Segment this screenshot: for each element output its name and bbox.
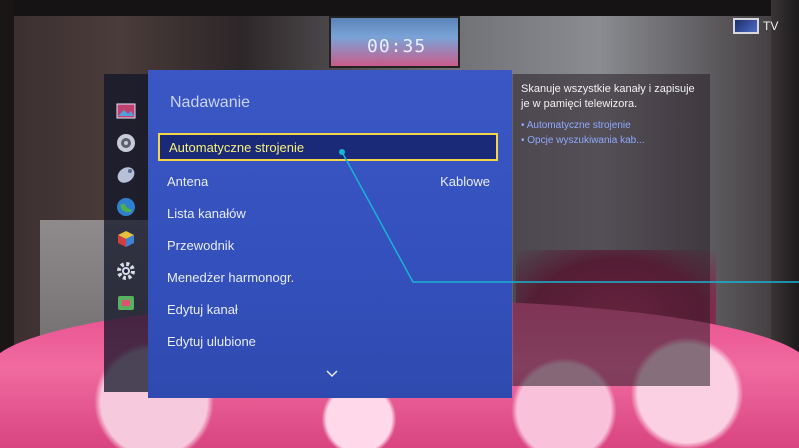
menu-item-edit-favorites[interactable]: Edytuj ulubione: [158, 325, 498, 357]
sound-icon[interactable]: [115, 132, 137, 154]
smart-features-cube-icon[interactable]: [115, 228, 137, 250]
network-globe-icon[interactable]: [115, 196, 137, 218]
menu-item-auto-tuning[interactable]: Automatyczne strojenie: [158, 133, 498, 161]
menu-item-label: Automatyczne strojenie: [169, 139, 305, 155]
chevron-down-icon[interactable]: [326, 368, 338, 380]
menu-item-label: Antena: [167, 173, 209, 189]
menu-item-channel-list[interactable]: Lista kanałów: [158, 197, 498, 229]
broadcast-menu-panel: Nadawanie Automatyczne strojenie Antena …: [148, 70, 512, 398]
menu-item-value: Kablowe: [440, 173, 490, 189]
help-links: Automatyczne strojenie Opcje wyszukiwani…: [521, 118, 702, 148]
menu-item-label: Edytuj ulubione: [167, 333, 256, 349]
support-icon[interactable]: [115, 292, 137, 314]
menu-item-label: Edytuj kanał: [167, 301, 238, 317]
picture-icon[interactable]: [115, 100, 137, 122]
menu-item-edit-channel[interactable]: Edytuj kanał: [158, 293, 498, 325]
menu-item-label: Przewodnik: [167, 237, 235, 253]
help-link-auto-tuning[interactable]: Automatyczne strojenie: [521, 118, 702, 133]
background-monitor: 00:35: [329, 16, 460, 68]
menu-item-label: Menedżer harmonogr.: [167, 269, 295, 285]
system-gear-icon[interactable]: [115, 260, 137, 282]
help-panel: Skanuje wszystkie kanały i zapisuje je w…: [512, 74, 710, 386]
help-description: Skanuje wszystkie kanały i zapisuje je w…: [521, 83, 695, 110]
menu-item-schedule-manager[interactable]: Menedżer harmonogr.: [158, 261, 498, 293]
tv-source-label: TV: [763, 19, 779, 33]
monitor-clock: 00:35: [367, 36, 427, 57]
tv-icon: [733, 18, 759, 34]
menu-item-antenna[interactable]: Antena Kablowe: [158, 165, 498, 197]
tv-source-badge: TV: [733, 16, 778, 36]
menu-list: Automatyczne strojenie Antena Kablowe Li…: [158, 133, 498, 357]
help-link-cable-search-options[interactable]: Opcje wyszukiwania kab...: [521, 133, 702, 148]
menu-item-label: Lista kanałów: [167, 205, 246, 221]
menu-category-sidebar: [104, 74, 148, 392]
menu-item-guide[interactable]: Przewodnik: [158, 229, 498, 261]
broadcast-satellite-icon[interactable]: [115, 164, 137, 186]
menu-title: Nadawanie: [170, 94, 251, 111]
